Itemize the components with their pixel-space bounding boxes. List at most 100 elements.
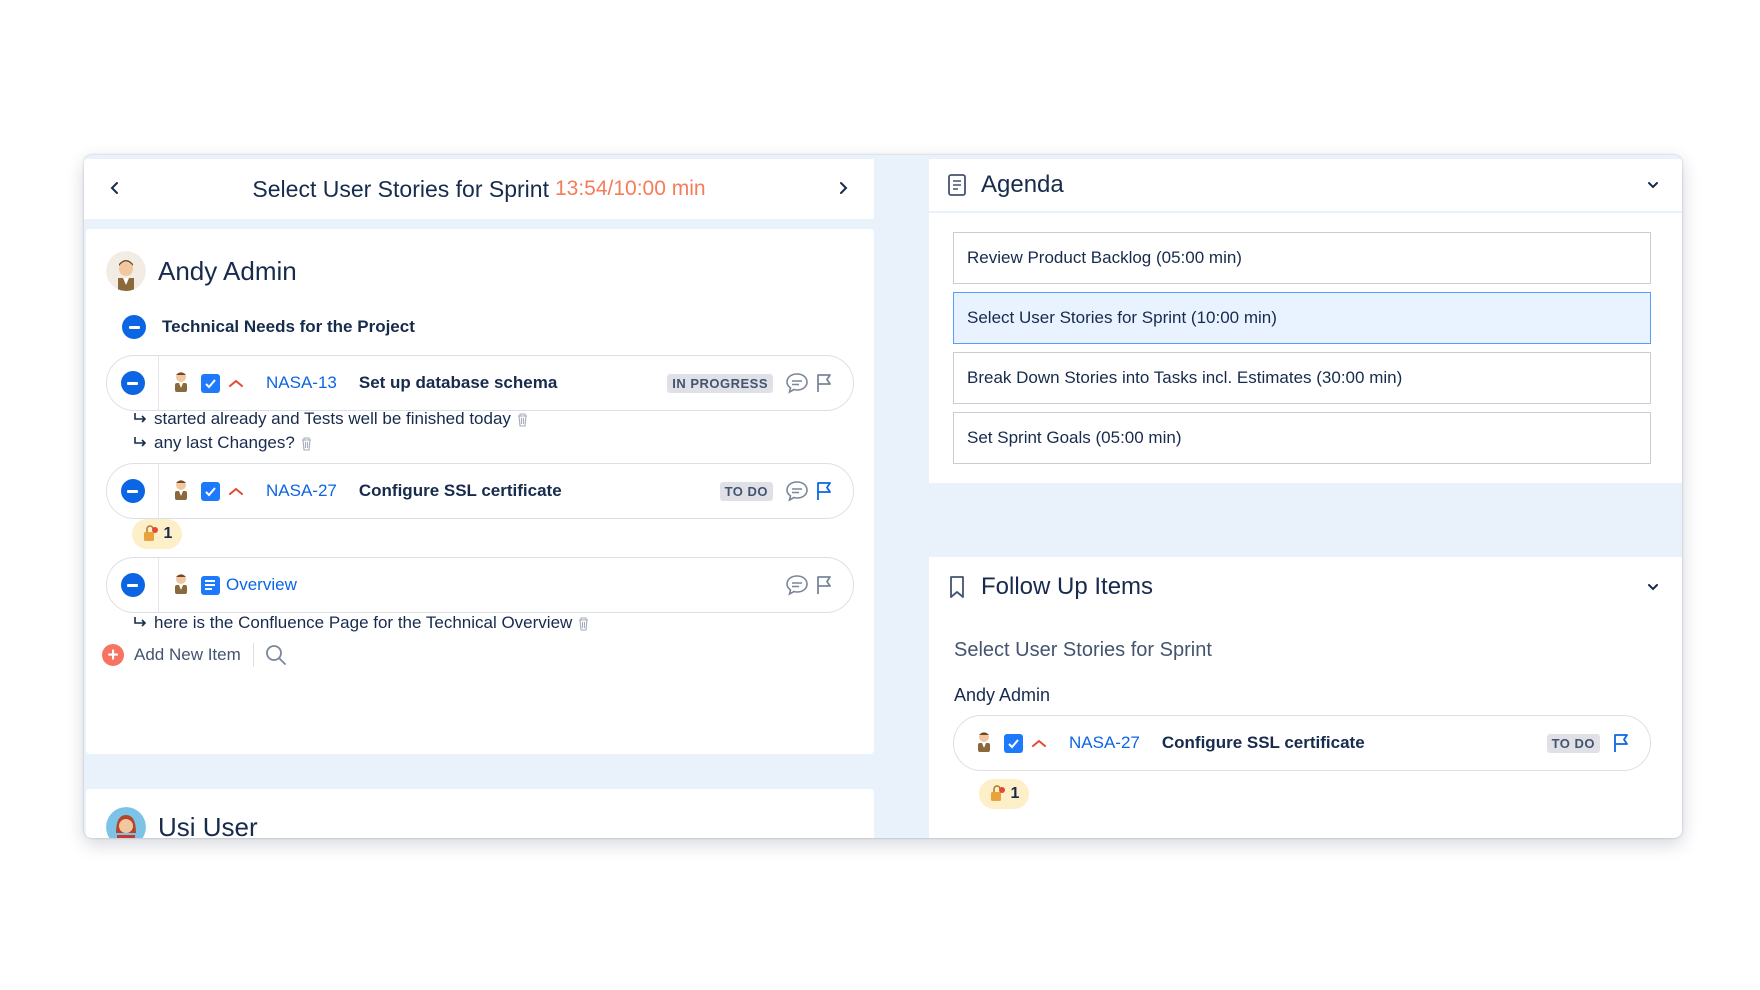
topic-title: Select User Stories for Sprint bbox=[252, 175, 549, 202]
remove-item-button[interactable] bbox=[120, 573, 145, 597]
status-badge[interactable]: TO DO bbox=[719, 481, 773, 501]
user-avatar-icon bbox=[978, 731, 990, 752]
checkmark-icon bbox=[205, 486, 216, 496]
agenda-item-active[interactable]: Select User Stories for Sprint (10:00 mi… bbox=[953, 292, 1651, 344]
follow-up-item: NASA-27 Configure SSL certificate TO DO bbox=[953, 715, 1651, 771]
reaction-badge[interactable]: 1 bbox=[979, 779, 1029, 809]
agenda-icon bbox=[947, 173, 967, 197]
collapse-topic-button[interactable] bbox=[122, 315, 146, 339]
trash-icon[interactable] bbox=[516, 412, 529, 427]
meeting-window: Select User Stories for Sprint 13:54/10:… bbox=[84, 155, 1682, 838]
issue-key-link[interactable]: NASA-13 bbox=[266, 373, 337, 393]
comment-text: started already and Tests well be finish… bbox=[154, 409, 511, 428]
trash-icon[interactable] bbox=[577, 616, 590, 631]
issue-key-link[interactable]: NASA-27 bbox=[266, 481, 337, 501]
user-name: Andy Admin bbox=[158, 255, 297, 286]
priority-high-icon bbox=[228, 486, 244, 496]
issue-key-link[interactable]: NASA-27 bbox=[1069, 733, 1140, 753]
reply-arrow-icon bbox=[132, 412, 148, 426]
status-badge[interactable]: IN PROGRESS bbox=[667, 373, 773, 393]
avatar bbox=[106, 251, 146, 291]
comment-icon[interactable] bbox=[785, 480, 809, 502]
follow-up-user: Andy Admin bbox=[954, 685, 1051, 705]
follow-up-card: Follow Up Items Select User Stories for … bbox=[929, 557, 1682, 838]
follow-up-header: Follow Up Items bbox=[929, 565, 1682, 609]
flag-icon[interactable] bbox=[1612, 733, 1630, 753]
chevron-down-icon[interactable] bbox=[1646, 180, 1660, 190]
agenda-list: Review Product Backlog (05:00 min) Selec… bbox=[929, 213, 1682, 483]
assignee-avatar bbox=[171, 478, 191, 505]
bookmark-icon bbox=[947, 575, 967, 599]
flag-icon[interactable] bbox=[815, 481, 833, 501]
priority-high-icon bbox=[228, 378, 244, 388]
user-avatar-icon bbox=[106, 251, 146, 291]
flag-icon[interactable] bbox=[815, 575, 833, 595]
user-avatar-icon bbox=[175, 479, 187, 500]
assignee-avatar bbox=[171, 370, 191, 397]
agenda-item[interactable]: Set Sprint Goals (05:00 min) bbox=[953, 412, 1651, 464]
agenda-title: Agenda bbox=[981, 171, 1064, 198]
issue-item: NASA-13 Set up database schema IN PROGRE… bbox=[106, 355, 854, 411]
user-header: Andy Admin bbox=[106, 251, 297, 291]
reaction-emoji-icon bbox=[143, 525, 158, 541]
user-name: Usi User bbox=[158, 811, 258, 839]
task-type-icon bbox=[201, 373, 220, 393]
add-item-button[interactable] bbox=[102, 644, 124, 666]
flag-icon[interactable] bbox=[815, 373, 833, 393]
checkmark-icon bbox=[205, 378, 216, 388]
divider bbox=[252, 643, 254, 667]
chevron-left-icon bbox=[110, 182, 118, 194]
agenda-item[interactable]: Break Down Stories into Tasks incl. Esti… bbox=[953, 352, 1651, 404]
user-avatar-icon bbox=[106, 807, 146, 838]
assignee-avatar bbox=[974, 730, 994, 757]
sub-topic-label: Technical Needs for the Project bbox=[162, 317, 415, 336]
remove-item-button[interactable] bbox=[120, 371, 145, 395]
add-item-label[interactable]: Add New Item bbox=[134, 645, 241, 665]
remove-item-button[interactable] bbox=[120, 479, 145, 503]
comment-icon[interactable] bbox=[785, 574, 809, 596]
comment: any last Changes? bbox=[132, 433, 313, 453]
previous-topic-button[interactable] bbox=[100, 173, 130, 203]
chevron-down-icon[interactable] bbox=[1646, 582, 1660, 592]
comment: here is the Confluence Page for the Tech… bbox=[132, 613, 590, 633]
topic-column: Select User Stories for Sprint 13:54/10:… bbox=[84, 155, 874, 838]
comment: started already and Tests well be finish… bbox=[132, 409, 529, 429]
page-item: Overview bbox=[106, 557, 854, 613]
comment-icon[interactable] bbox=[785, 372, 809, 394]
avatar bbox=[106, 807, 146, 838]
issue-summary: Configure SSL certificate bbox=[358, 481, 562, 500]
agenda-item[interactable]: Review Product Backlog (05:00 min) bbox=[953, 232, 1651, 284]
reply-arrow-icon bbox=[132, 436, 148, 450]
chevron-right-icon bbox=[840, 182, 848, 194]
user-header: Usi User bbox=[106, 807, 258, 838]
reaction-count: 1 bbox=[163, 525, 173, 542]
task-type-icon bbox=[201, 481, 220, 501]
issue-summary: Set up database schema bbox=[358, 373, 558, 392]
page-link[interactable]: Overview bbox=[226, 575, 297, 595]
topic-header: Select User Stories for Sprint 13:54/10:… bbox=[84, 159, 874, 219]
follow-up-title: Follow Up Items bbox=[981, 573, 1154, 600]
user-avatar-icon bbox=[175, 573, 187, 594]
next-topic-button[interactable] bbox=[828, 173, 858, 203]
priority-high-icon bbox=[1031, 738, 1047, 748]
sub-topic-row: Technical Needs for the Project bbox=[122, 315, 415, 339]
status-badge[interactable]: TO DO bbox=[1546, 733, 1600, 753]
issue-summary: Configure SSL certificate bbox=[1161, 733, 1365, 752]
agenda-header: Agenda bbox=[929, 159, 1682, 211]
issue-item: NASA-27 Configure SSL certificate TO DO bbox=[106, 463, 854, 519]
add-item-row: Add New Item bbox=[102, 643, 288, 667]
reaction-count: 1 bbox=[1010, 785, 1020, 802]
topic-timer: 13:54/10:00 min bbox=[554, 177, 706, 200]
user-avatar-icon bbox=[175, 371, 187, 392]
second-user-card: Usi User bbox=[86, 789, 874, 838]
trash-icon[interactable] bbox=[300, 436, 313, 451]
task-type-icon bbox=[1004, 733, 1023, 753]
search-icon[interactable] bbox=[264, 643, 288, 667]
reaction-badge[interactable]: 1 bbox=[132, 519, 182, 549]
side-panel: Agenda Review Product Backlog (05:00 min… bbox=[929, 155, 1682, 838]
user-section-card: Andy Admin Technical Needs for the Proje… bbox=[86, 229, 874, 754]
comment-text: here is the Confluence Page for the Tech… bbox=[154, 613, 573, 632]
reply-arrow-icon bbox=[132, 616, 148, 630]
confluence-page-icon bbox=[201, 575, 220, 595]
assignee-avatar bbox=[171, 572, 191, 599]
